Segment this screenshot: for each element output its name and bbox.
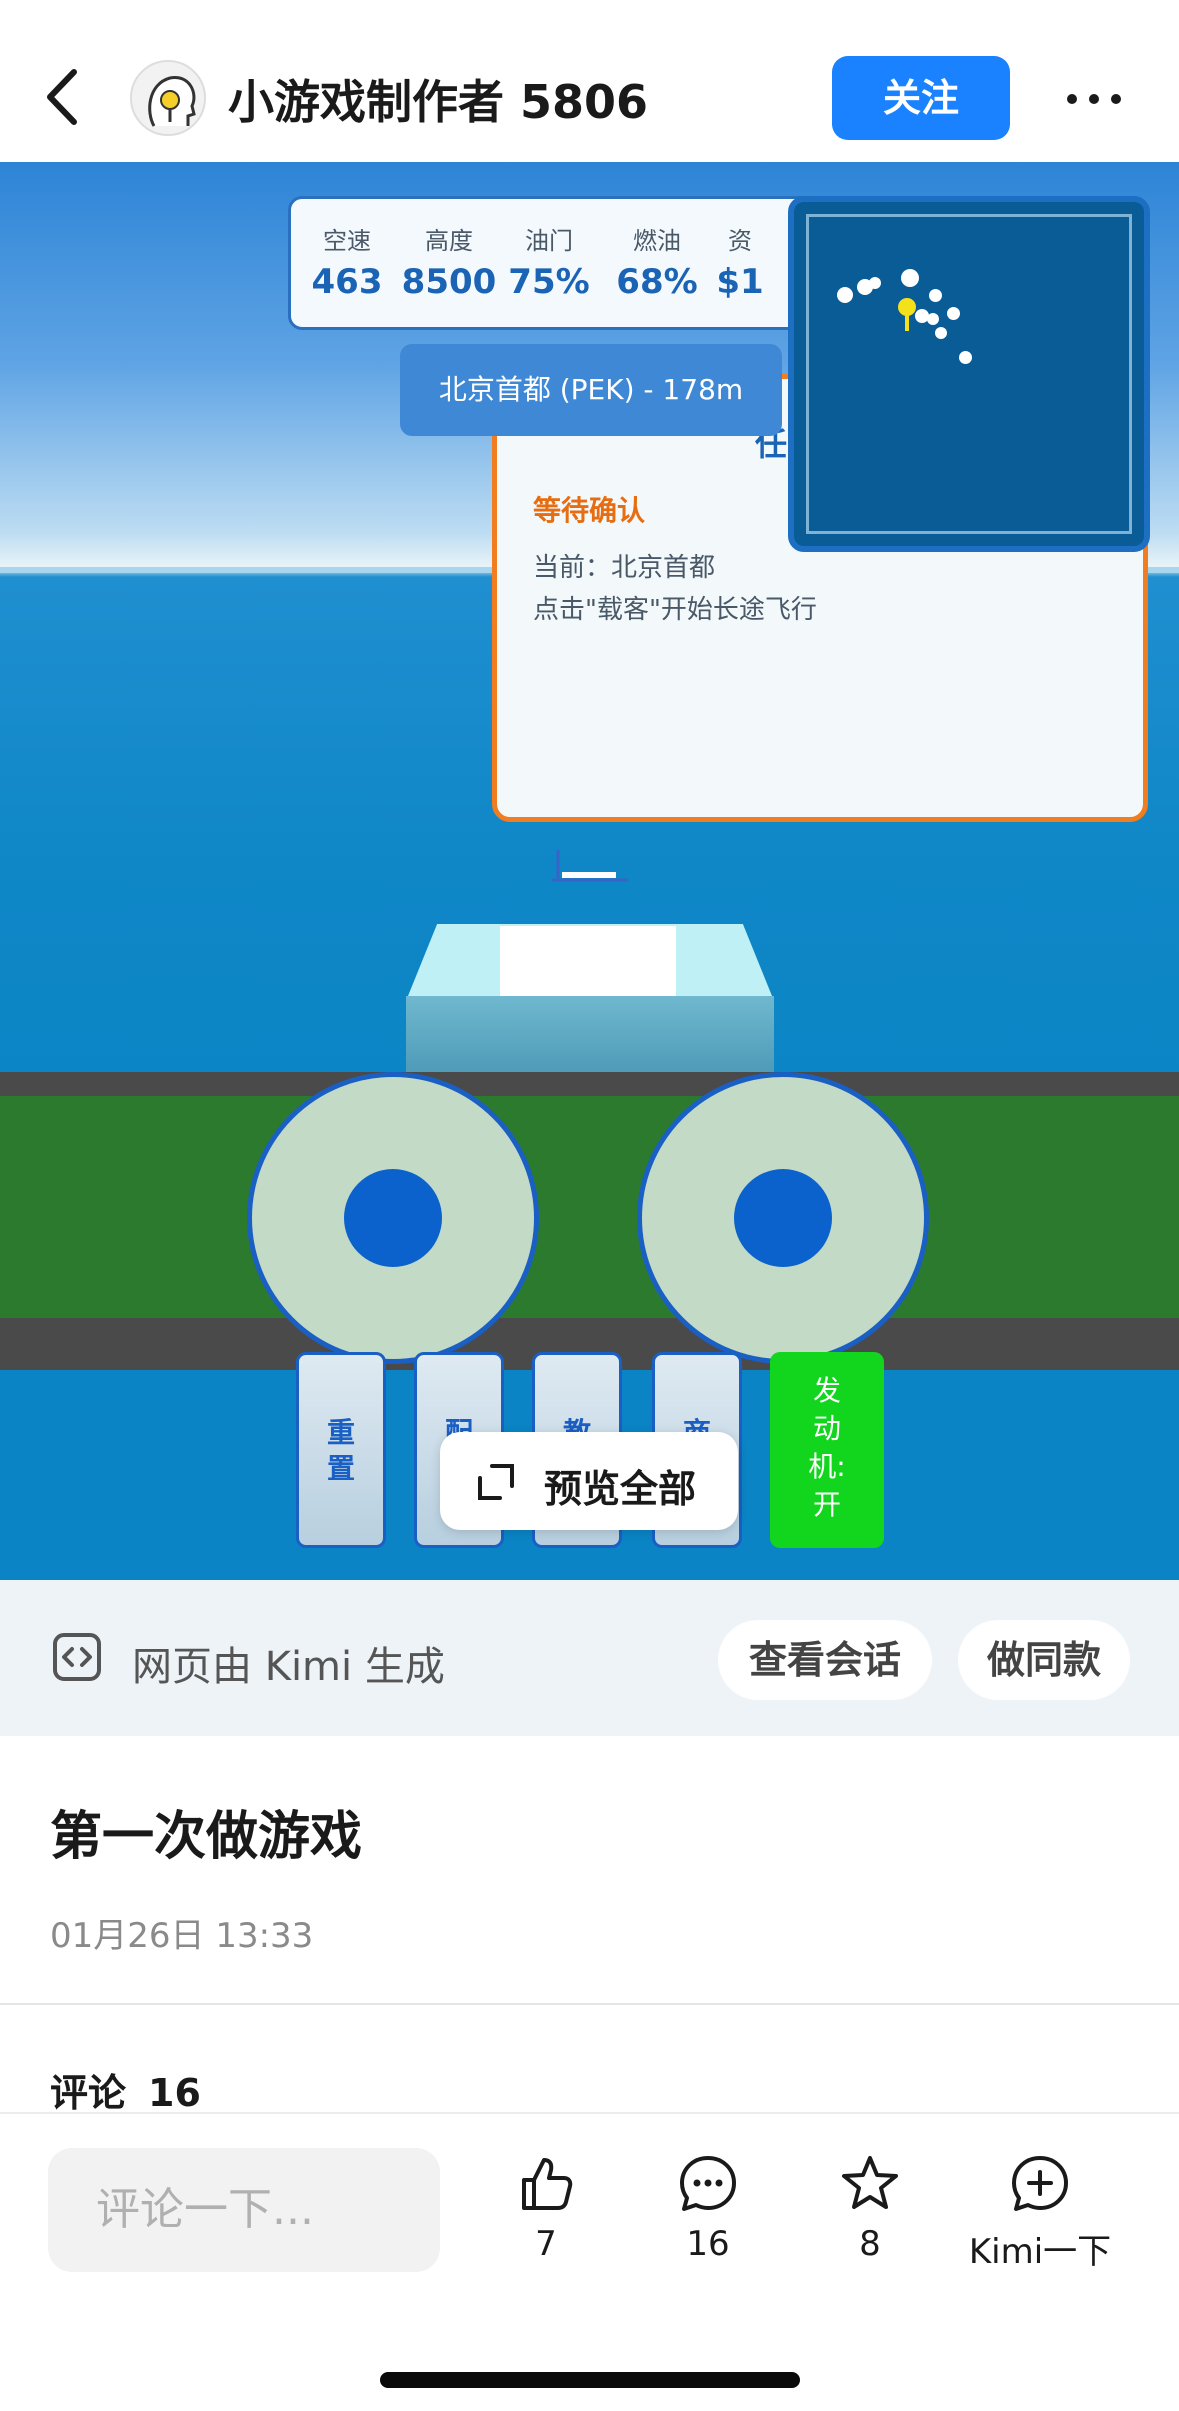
hud-value: 463 bbox=[311, 262, 383, 302]
map-airport-dot bbox=[869, 277, 881, 289]
mission-status: 等待确认 bbox=[533, 494, 646, 527]
minimap[interactable] bbox=[788, 196, 1150, 552]
avatar[interactable] bbox=[130, 60, 206, 136]
post-title: 第一次做游戏 bbox=[50, 1807, 363, 1867]
hud-label: 燃油 bbox=[633, 227, 681, 255]
generated-by-bar: 网页由 Kimi 生成 查看会话 做同款 bbox=[0, 1580, 1179, 1736]
runway-edge bbox=[0, 1072, 1179, 1096]
hud-label: 空速 bbox=[323, 227, 371, 255]
flight-hud: 空速 463 高度 8500 油门 75% 燃油 68% 资 $1 bbox=[288, 196, 848, 330]
bottom-action-bar: 评论一下... 7 16 8 Kimi一下 bbox=[0, 2112, 1179, 2411]
divider bbox=[0, 2003, 1179, 2005]
destination-label: 北京首都 (PEK) - 178m bbox=[400, 344, 782, 436]
plus-bubble-icon bbox=[1012, 2156, 1068, 2211]
game-preview[interactable]: 空速 463 高度 8500 油门 75% 燃油 68% 资 $1 任 等待确认… bbox=[0, 162, 1179, 1580]
airplane-icon bbox=[552, 850, 628, 882]
post-timestamp: 01月26日 13:33 bbox=[50, 1916, 314, 1956]
make-same-button[interactable]: 做同款 bbox=[958, 1620, 1130, 1700]
engine-label-3: 机: bbox=[808, 1450, 846, 1483]
code-icon bbox=[53, 1633, 101, 1681]
comment-bubble-icon bbox=[680, 2156, 736, 2211]
back-button[interactable] bbox=[40, 62, 90, 132]
map-airport-dot bbox=[929, 289, 942, 302]
mission-current: 当前：北京首都 bbox=[533, 553, 716, 583]
kimi-ask-label: Kimi一下 bbox=[968, 2232, 1112, 2272]
aircraft-body bbox=[406, 996, 774, 1072]
hud-airspeed: 空速 463 bbox=[297, 221, 397, 302]
reset-button[interactable]: 重 置 bbox=[296, 1352, 386, 1548]
right-joystick-knob[interactable] bbox=[734, 1169, 832, 1267]
hud-value: 8500 bbox=[401, 262, 497, 302]
hud-label: 高度 bbox=[425, 227, 473, 255]
kimi-ask-button[interactable]: Kimi一下 bbox=[960, 2154, 1120, 2273]
hud-label: 油门 bbox=[525, 227, 573, 255]
comments-header: 评论 16 bbox=[50, 2062, 201, 2117]
preview-all-button[interactable]: 预览全部 bbox=[440, 1432, 738, 1530]
engine-label-2: 动 bbox=[812, 1412, 841, 1445]
expand-icon bbox=[478, 1464, 514, 1500]
comment-input[interactable]: 评论一下... bbox=[48, 2148, 440, 2272]
like-button[interactable]: 7 bbox=[466, 2154, 626, 2264]
view-chat-button[interactable]: 查看会话 bbox=[718, 1620, 932, 1700]
comment-count: 16 bbox=[686, 2224, 730, 2264]
hud-throttle: 油门 75% bbox=[499, 221, 599, 302]
home-indicator bbox=[380, 2372, 800, 2388]
favorite-count: 8 bbox=[859, 2224, 881, 2264]
player-pin-icon bbox=[898, 298, 916, 331]
map-airport-dot bbox=[927, 313, 939, 325]
hud-altitude: 高度 8500 bbox=[399, 221, 499, 302]
generated-by-text: 网页由 Kimi 生成 bbox=[132, 1644, 445, 1690]
follow-button[interactable]: 关注 bbox=[832, 56, 1010, 140]
map-airport-dot bbox=[935, 327, 947, 339]
mission-hint: 点击"载客"开始长途飞行 bbox=[533, 595, 817, 625]
engine-toggle-button[interactable]: 发 动 机: 开 bbox=[770, 1352, 884, 1548]
author-name[interactable]: 小游戏制作者 5806 bbox=[228, 66, 648, 132]
favorite-button[interactable]: 8 bbox=[790, 2154, 950, 2264]
map-airport-dot bbox=[959, 351, 972, 364]
avatar-head-icon bbox=[148, 76, 196, 127]
minimap-frame bbox=[806, 214, 1132, 534]
hud-label: 资 bbox=[728, 227, 752, 255]
left-joystick-knob[interactable] bbox=[344, 1169, 442, 1267]
comments-label: 评论 bbox=[50, 2071, 127, 2115]
more-button[interactable] bbox=[1064, 84, 1124, 114]
grass-strip bbox=[0, 1096, 1179, 1318]
comments-count: 16 bbox=[148, 2071, 201, 2115]
map-airport-dot bbox=[837, 287, 853, 303]
reset-label-2: 置 bbox=[326, 1452, 355, 1485]
like-count: 7 bbox=[535, 2224, 557, 2264]
thumbs-up-icon bbox=[522, 2158, 573, 2210]
map-airport-dot bbox=[947, 307, 960, 320]
more-dots-icon bbox=[1067, 94, 1121, 104]
hud-fuel: 燃油 68% bbox=[607, 221, 707, 302]
chevron-left-icon bbox=[47, 69, 77, 125]
hud-value: 75% bbox=[508, 262, 590, 302]
preview-all-label: 预览全部 bbox=[544, 1467, 697, 1511]
aircraft-top-highlight bbox=[500, 926, 676, 996]
engine-label-1: 发 bbox=[812, 1374, 841, 1407]
engine-label-4: 开 bbox=[812, 1488, 841, 1521]
comment-button[interactable]: 16 bbox=[628, 2154, 788, 2264]
star-icon bbox=[842, 2156, 898, 2209]
reset-label-1: 重 bbox=[326, 1416, 355, 1449]
right-joystick[interactable] bbox=[637, 1072, 929, 1364]
left-joystick[interactable] bbox=[247, 1072, 539, 1364]
top-header: 小游戏制作者 5806 关注 bbox=[0, 0, 1179, 162]
hud-money: 资 $1 bbox=[705, 221, 775, 302]
map-airport-dot bbox=[901, 269, 919, 287]
hud-value: 68% bbox=[616, 262, 698, 302]
hud-value: $1 bbox=[716, 262, 764, 302]
